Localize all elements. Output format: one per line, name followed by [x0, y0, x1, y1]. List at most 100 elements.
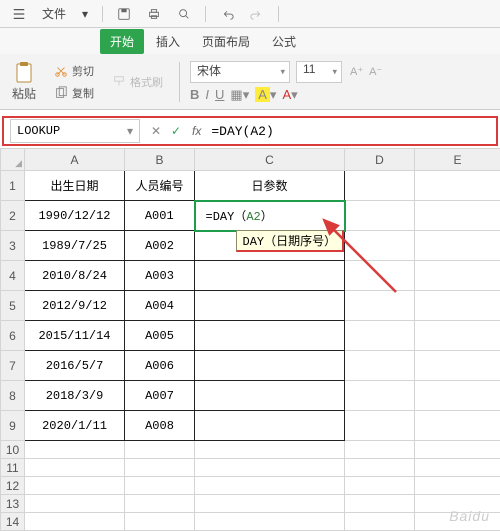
copy-button[interactable]: 复制: [48, 83, 100, 103]
cell[interactable]: [195, 477, 345, 495]
row-header[interactable]: 4: [1, 261, 25, 291]
border-button[interactable]: ▦▾: [230, 87, 249, 103]
col-header-C[interactable]: C: [195, 149, 345, 171]
cell-B9[interactable]: A008: [125, 411, 195, 441]
table-row[interactable]: 62015/11/14A005: [1, 321, 500, 351]
row-header[interactable]: 5: [1, 291, 25, 321]
cell[interactable]: [125, 513, 195, 531]
cell[interactable]: [195, 441, 345, 459]
confirm-formula-button[interactable]: ✓: [166, 124, 186, 138]
row-header[interactable]: 8: [1, 381, 25, 411]
cell[interactable]: [195, 459, 345, 477]
cell-C7[interactable]: [195, 351, 345, 381]
cell-B3[interactable]: A002: [125, 231, 195, 261]
cell-B6[interactable]: A005: [125, 321, 195, 351]
decrease-font-icon[interactable]: A⁻: [369, 65, 382, 78]
cell[interactable]: [25, 459, 125, 477]
cell[interactable]: [345, 477, 415, 495]
menu-hamburger-icon[interactable]: [6, 4, 32, 23]
row-header[interactable]: 1: [1, 171, 25, 201]
cell-A8[interactable]: 2018/3/9: [25, 381, 125, 411]
cell-C9[interactable]: [195, 411, 345, 441]
row-header[interactable]: 13: [1, 495, 25, 513]
print-icon[interactable]: [141, 4, 167, 23]
cell[interactable]: [195, 513, 345, 531]
font-color-button[interactable]: A▾: [282, 87, 297, 103]
cancel-formula-button[interactable]: ✕: [146, 124, 166, 138]
cell-D9[interactable]: [345, 411, 415, 441]
col-header-E[interactable]: E: [415, 149, 500, 171]
col-header-A[interactable]: A: [25, 149, 125, 171]
cell-C1[interactable]: 日参数: [195, 171, 345, 201]
table-row[interactable]: 14: [1, 513, 500, 531]
cell-B1[interactable]: 人员编号: [125, 171, 195, 201]
fx-icon[interactable]: fx: [186, 124, 207, 138]
row-header[interactable]: 2: [1, 201, 25, 231]
cell-C2[interactable]: =DAY（A2）DAY（日期序号）: [195, 201, 345, 231]
increase-font-icon[interactable]: A⁺: [350, 65, 363, 78]
table-row[interactable]: 13: [1, 495, 500, 513]
cell-E5[interactable]: [415, 291, 500, 321]
table-row[interactable]: 52012/9/12A004: [1, 291, 500, 321]
menu-file[interactable]: 文件: [36, 3, 72, 24]
tab-page-layout[interactable]: 页面布局: [192, 29, 260, 54]
row-header[interactable]: 11: [1, 459, 25, 477]
row-header[interactable]: 14: [1, 513, 25, 531]
undo-icon[interactable]: [214, 4, 240, 23]
cell-D5[interactable]: [345, 291, 415, 321]
formula-input[interactable]: [207, 119, 496, 143]
cell-E9[interactable]: [415, 411, 500, 441]
row-header[interactable]: 12: [1, 477, 25, 495]
tab-formula[interactable]: 公式: [262, 29, 306, 54]
cut-button[interactable]: 剪切: [48, 61, 100, 81]
underline-button[interactable]: U: [215, 87, 224, 102]
cell-A4[interactable]: 2010/8/24: [25, 261, 125, 291]
cell[interactable]: [345, 459, 415, 477]
cell-A1[interactable]: 出生日期: [25, 171, 125, 201]
cell-D7[interactable]: [345, 351, 415, 381]
cell[interactable]: [415, 477, 500, 495]
col-header-D[interactable]: D: [345, 149, 415, 171]
name-box[interactable]: LOOKUP ▾: [10, 119, 140, 143]
cell[interactable]: [25, 513, 125, 531]
cell-E6[interactable]: [415, 321, 500, 351]
cell-E1[interactable]: [415, 171, 500, 201]
row-header[interactable]: 6: [1, 321, 25, 351]
table-row[interactable]: 72016/5/7A006: [1, 351, 500, 381]
caret-down-icon[interactable]: ▾: [76, 5, 94, 23]
column-header-row[interactable]: ◢ A B C D E: [1, 149, 500, 171]
cell[interactable]: [415, 459, 500, 477]
cell[interactable]: [345, 441, 415, 459]
cell[interactable]: [25, 441, 125, 459]
table-row[interactable]: 12: [1, 477, 500, 495]
table-row[interactable]: 92020/1/11A008: [1, 411, 500, 441]
cell-B5[interactable]: A004: [125, 291, 195, 321]
cell-C4[interactable]: [195, 261, 345, 291]
cell-A9[interactable]: 2020/1/11: [25, 411, 125, 441]
cell-D2[interactable]: [345, 201, 415, 231]
cell[interactable]: [125, 495, 195, 513]
cell-C5[interactable]: [195, 291, 345, 321]
table-row[interactable]: 21990/12/12A001=DAY（A2）DAY（日期序号）: [1, 201, 500, 231]
select-all-corner[interactable]: ◢: [1, 149, 25, 171]
font-size-select[interactable]: 11 ▾: [296, 61, 342, 83]
table-row[interactable]: 1出生日期人员编号日参数: [1, 171, 500, 201]
cell[interactable]: [125, 477, 195, 495]
tab-insert[interactable]: 插入: [146, 29, 190, 54]
cell-B8[interactable]: A007: [125, 381, 195, 411]
table-row[interactable]: 42010/8/24A003: [1, 261, 500, 291]
table-row[interactable]: 10: [1, 441, 500, 459]
cell[interactable]: [125, 459, 195, 477]
bold-button[interactable]: B: [190, 87, 199, 102]
redo-icon[interactable]: [244, 4, 270, 23]
cell[interactable]: [195, 495, 345, 513]
row-header[interactable]: 10: [1, 441, 25, 459]
cell[interactable]: [415, 441, 500, 459]
cell-D8[interactable]: [345, 381, 415, 411]
cell-C8[interactable]: [195, 381, 345, 411]
row-header[interactable]: 7: [1, 351, 25, 381]
cell-A7[interactable]: 2016/5/7: [25, 351, 125, 381]
cell-A3[interactable]: 1989/7/25: [25, 231, 125, 261]
cell[interactable]: [345, 513, 415, 531]
row-header[interactable]: 9: [1, 411, 25, 441]
